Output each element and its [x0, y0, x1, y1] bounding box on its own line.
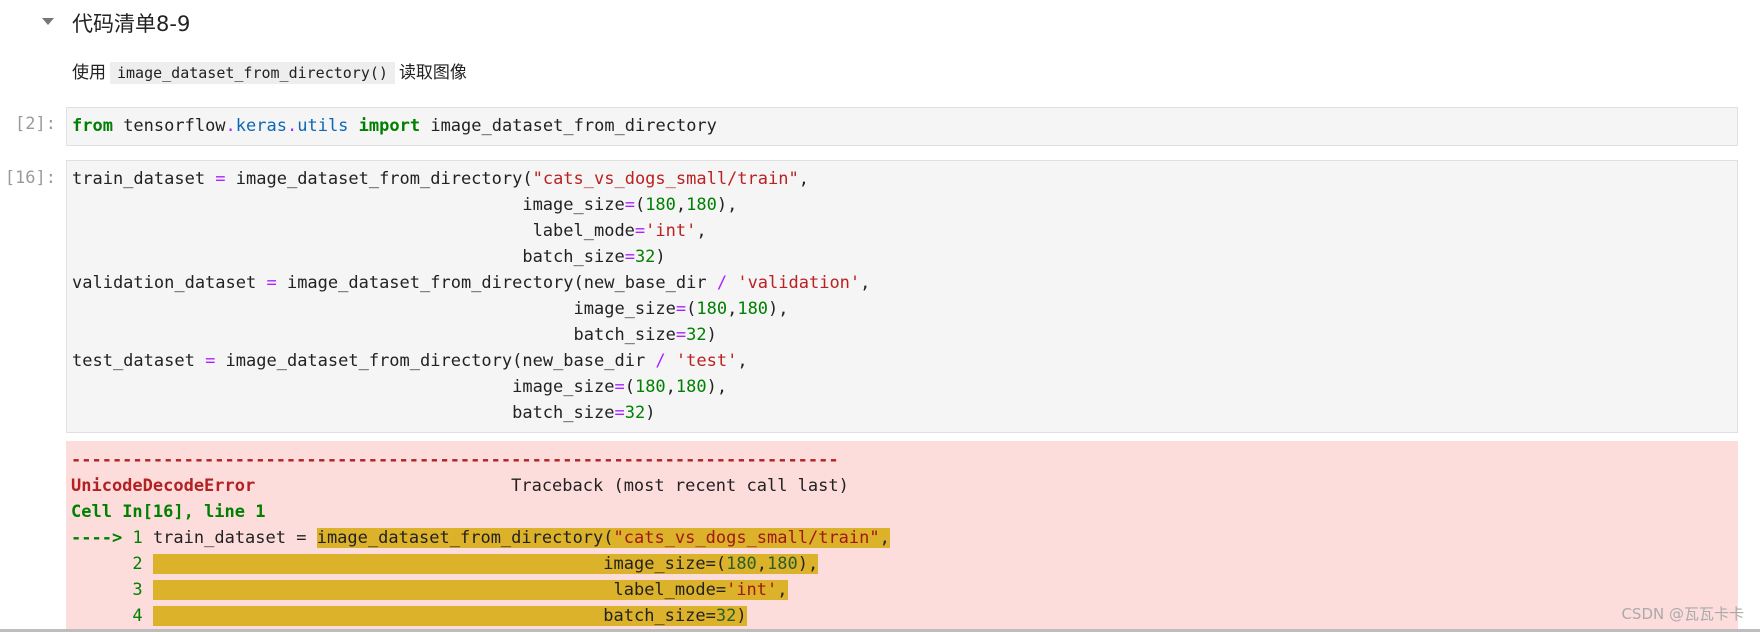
- section-heading: 代码清单8-9: [72, 12, 191, 36]
- cell-prompt: [16]:: [4, 168, 56, 188]
- description-inline-code: image_dataset_from_directory(): [110, 62, 395, 84]
- traceback-separator: ----------------------------------------…: [71, 450, 839, 470]
- traceback-highlight: batch_size=32): [152, 606, 747, 626]
- traceback-line-number: 2: [132, 554, 143, 574]
- traceback-label: Traceback (most recent call last): [511, 476, 849, 496]
- error-type: UnicodeDecodeError: [71, 476, 256, 496]
- error-output: ----------------------------------------…: [66, 441, 1738, 632]
- traceback-highlight: label_mode='int',: [152, 580, 788, 600]
- watermark: CSDN @瓦瓦卡卡: [1621, 605, 1744, 623]
- cell-ref: In[16], line 1: [122, 502, 266, 522]
- description-text-after: 读取图像: [398, 63, 467, 83]
- code-editor[interactable]: from tensorflow.keras.utils import image…: [67, 108, 1737, 139]
- traceback-highlight: image_dataset_from_directory("cats_vs_do…: [316, 528, 890, 548]
- code-cell-import[interactable]: from tensorflow.keras.utils import image…: [66, 107, 1738, 146]
- collapse-heading-icon[interactable]: [42, 18, 54, 25]
- traceback-line-prefix: train_dataset =: [152, 528, 317, 548]
- cell-prompt: [2]:: [15, 114, 56, 134]
- cell-ref-prefix: Cell: [71, 502, 123, 522]
- section-description: 使用 image_dataset_from_directory() 读取图像: [72, 58, 467, 84]
- traceback-line-number: 4: [132, 606, 143, 626]
- code-cell-datasets[interactable]: train_dataset = image_dataset_from_direc…: [66, 160, 1738, 433]
- traceback-arrow: ---->: [71, 528, 123, 548]
- traceback-highlight: image_size=(180,180),: [152, 554, 819, 574]
- traceback-line-number: 1: [132, 528, 143, 548]
- description-text-before: 使用: [72, 63, 106, 83]
- traceback-text: ----------------------------------------…: [66, 441, 1738, 629]
- code-editor[interactable]: train_dataset = image_dataset_from_direc…: [67, 161, 1737, 426]
- traceback-line-number: 3: [132, 580, 143, 600]
